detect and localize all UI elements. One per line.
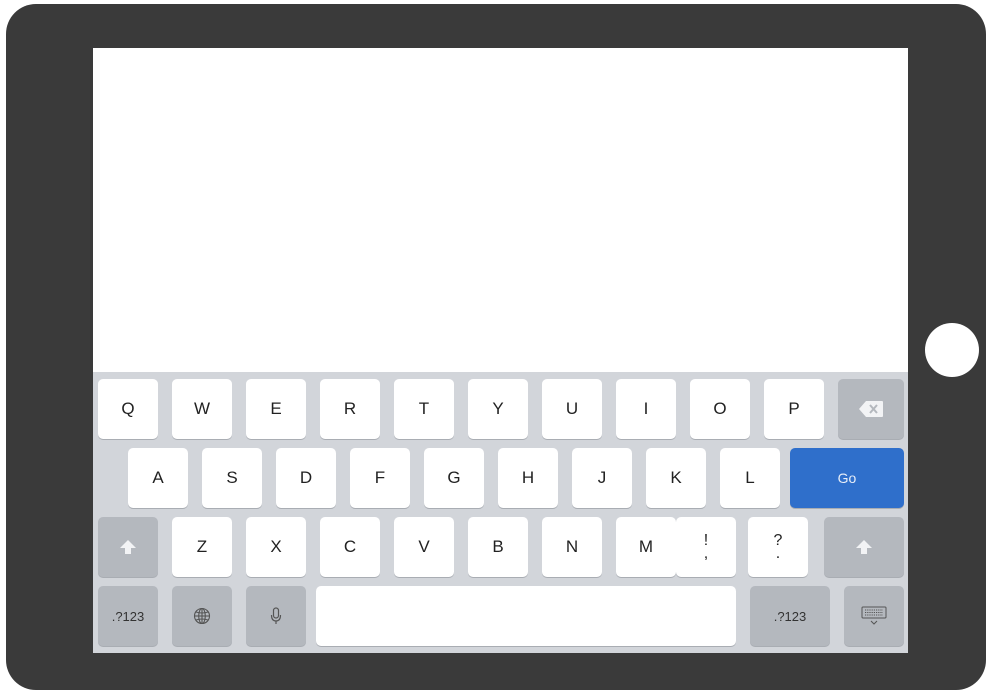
shift-key-right[interactable] — [824, 517, 904, 577]
keyboard-dismiss-icon — [861, 606, 887, 626]
backspace-key[interactable] — [838, 379, 904, 439]
key-w[interactable]: W — [172, 379, 232, 439]
backspace-icon — [858, 400, 884, 418]
key-l[interactable]: L — [720, 448, 780, 508]
key-s[interactable]: S — [202, 448, 262, 508]
key-a[interactable]: A — [128, 448, 188, 508]
key-u[interactable]: U — [542, 379, 602, 439]
key-d[interactable]: D — [276, 448, 336, 508]
key-y[interactable]: Y — [468, 379, 528, 439]
key-c[interactable]: C — [320, 517, 380, 577]
key-v[interactable]: V — [394, 517, 454, 577]
shift-icon — [119, 539, 137, 555]
globe-icon — [193, 607, 211, 625]
key-j[interactable]: J — [572, 448, 632, 508]
dismiss-keyboard-key[interactable] — [844, 586, 904, 646]
space-key[interactable] — [316, 586, 736, 646]
dictation-key[interactable] — [246, 586, 306, 646]
tablet-screen: Q W E R T Y U I O P A S D F G H J K L Go — [93, 48, 908, 653]
key-k[interactable]: K — [646, 448, 706, 508]
key-x[interactable]: X — [246, 517, 306, 577]
bezel-notch — [496, 4, 536, 18]
key-b[interactable]: B — [468, 517, 528, 577]
key-o[interactable]: O — [690, 379, 750, 439]
key-i[interactable]: I — [616, 379, 676, 439]
shift-icon — [855, 539, 873, 555]
key-question-period[interactable]: ? . — [748, 517, 808, 577]
numbers-key-right[interactable]: .?123 — [750, 586, 830, 646]
key-z[interactable]: Z — [172, 517, 232, 577]
key-n[interactable]: N — [542, 517, 602, 577]
go-key[interactable]: Go — [790, 448, 904, 508]
shift-key-left[interactable] — [98, 517, 158, 577]
key-g[interactable]: G — [424, 448, 484, 508]
globe-key[interactable] — [172, 586, 232, 646]
microphone-icon — [270, 607, 282, 625]
key-r[interactable]: R — [320, 379, 380, 439]
key-period-label: . — [775, 545, 781, 562]
numbers-key-left[interactable]: .?123 — [98, 586, 158, 646]
key-e[interactable]: E — [246, 379, 306, 439]
key-p[interactable]: P — [764, 379, 824, 439]
key-h[interactable]: H — [498, 448, 558, 508]
key-f[interactable]: F — [350, 448, 410, 508]
key-exclamation-comma[interactable]: ! , — [676, 517, 736, 577]
content-area[interactable] — [93, 48, 908, 372]
key-t[interactable]: T — [394, 379, 454, 439]
onscreen-keyboard: Q W E R T Y U I O P A S D F G H J K L Go — [93, 372, 908, 653]
key-m[interactable]: M — [616, 517, 676, 577]
home-button[interactable] — [925, 323, 979, 377]
key-comma-label: , — [703, 545, 709, 562]
key-q[interactable]: Q — [98, 379, 158, 439]
